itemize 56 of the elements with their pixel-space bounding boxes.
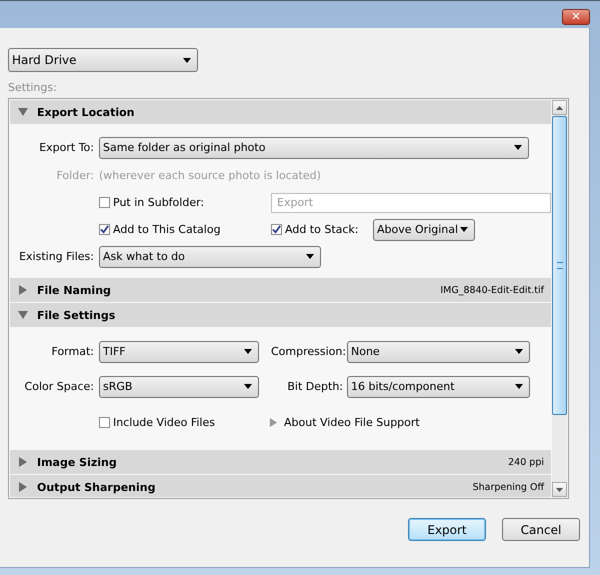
- field-label: Bit Depth:: [286, 380, 343, 393]
- section-title: File Naming: [37, 284, 111, 296]
- field-label: Export To:: [38, 141, 94, 154]
- add-to-stack-checkbox[interactable]: Add to Stack:: [271, 223, 373, 236]
- section-header[interactable]: Output Sharpening Sharpening Off: [10, 475, 551, 497]
- caret-icon: [460, 227, 468, 232]
- existing-files-dropdown[interactable]: Ask what to do: [99, 246, 321, 268]
- caret-icon: [244, 349, 252, 354]
- about-video-link[interactable]: About Video File Support: [284, 416, 420, 429]
- disclosure-triangle-icon[interactable]: [269, 418, 278, 427]
- caret-icon: [306, 254, 314, 259]
- dialog-button[interactable]: Cancel: [502, 518, 580, 541]
- section-summary: Sharpening Off: [472, 482, 544, 492]
- folder-path: (wherever each source photo is located): [99, 168, 321, 182]
- section-header[interactable]: File Naming IMG_8840-Edit-Edit.tif: [10, 278, 551, 303]
- disclosure-triangle-icon: [18, 310, 28, 320]
- color-space-dropdown[interactable]: sRGB: [99, 376, 259, 398]
- section-summary: 240 ppi: [508, 456, 544, 468]
- scroll-down-icon[interactable]: [552, 482, 567, 497]
- disclosure-triangle-icon: [18, 285, 28, 295]
- dialog-button[interactable]: Export: [408, 518, 486, 541]
- section-header[interactable]: File Settings: [10, 303, 551, 328]
- scrollbar-thumb[interactable]: [552, 116, 567, 415]
- add-to-catalog-checkbox[interactable]: Add to This Catalog: [99, 223, 271, 236]
- section-title: Image Sizing: [37, 456, 117, 468]
- include-video-checkbox[interactable]: Include Video Files: [99, 416, 269, 429]
- field-label: Color Space:: [24, 380, 94, 393]
- stack-position-dropdown[interactable]: Above Original: [373, 218, 475, 240]
- settings-label: Settings:: [8, 81, 58, 94]
- section-title: Export Location: [37, 106, 134, 118]
- section-title: Output Sharpening: [37, 480, 156, 494]
- field-label: Compression:: [271, 345, 343, 358]
- field-label: Existing Files:: [18, 250, 94, 263]
- check-icon: [272, 225, 281, 234]
- preset-dropdown[interactable]: Hard Drive: [8, 48, 198, 72]
- caret-icon: [183, 58, 191, 62]
- section-title: File Settings: [37, 308, 116, 322]
- section-summary: IMG_8840-Edit-Edit.tif: [440, 284, 544, 296]
- section-header[interactable]: Export Location: [10, 100, 551, 125]
- bit-depth-dropdown[interactable]: 16 bits/component: [347, 376, 530, 398]
- field-label: Format:: [50, 345, 94, 358]
- section-header[interactable]: Image Sizing 240 ppi: [10, 450, 551, 475]
- disclosure-triangle-icon: [18, 457, 28, 467]
- caret-icon: [515, 384, 523, 389]
- compression-dropdown[interactable]: None: [347, 340, 530, 362]
- caret-icon: [515, 349, 523, 354]
- field-label: Folder:: [55, 168, 94, 182]
- scroll-up-icon[interactable]: [552, 100, 567, 115]
- format-dropdown[interactable]: TIFF: [99, 340, 259, 362]
- disclosure-triangle-icon: [18, 107, 28, 117]
- disclosure-triangle-icon: [18, 482, 28, 492]
- caret-icon: [514, 145, 522, 150]
- caret-icon: [244, 384, 252, 389]
- export-to-dropdown[interactable]: Same folder as original photo: [99, 136, 529, 158]
- scrollbar[interactable]: [552, 100, 567, 497]
- check-icon: [100, 225, 109, 234]
